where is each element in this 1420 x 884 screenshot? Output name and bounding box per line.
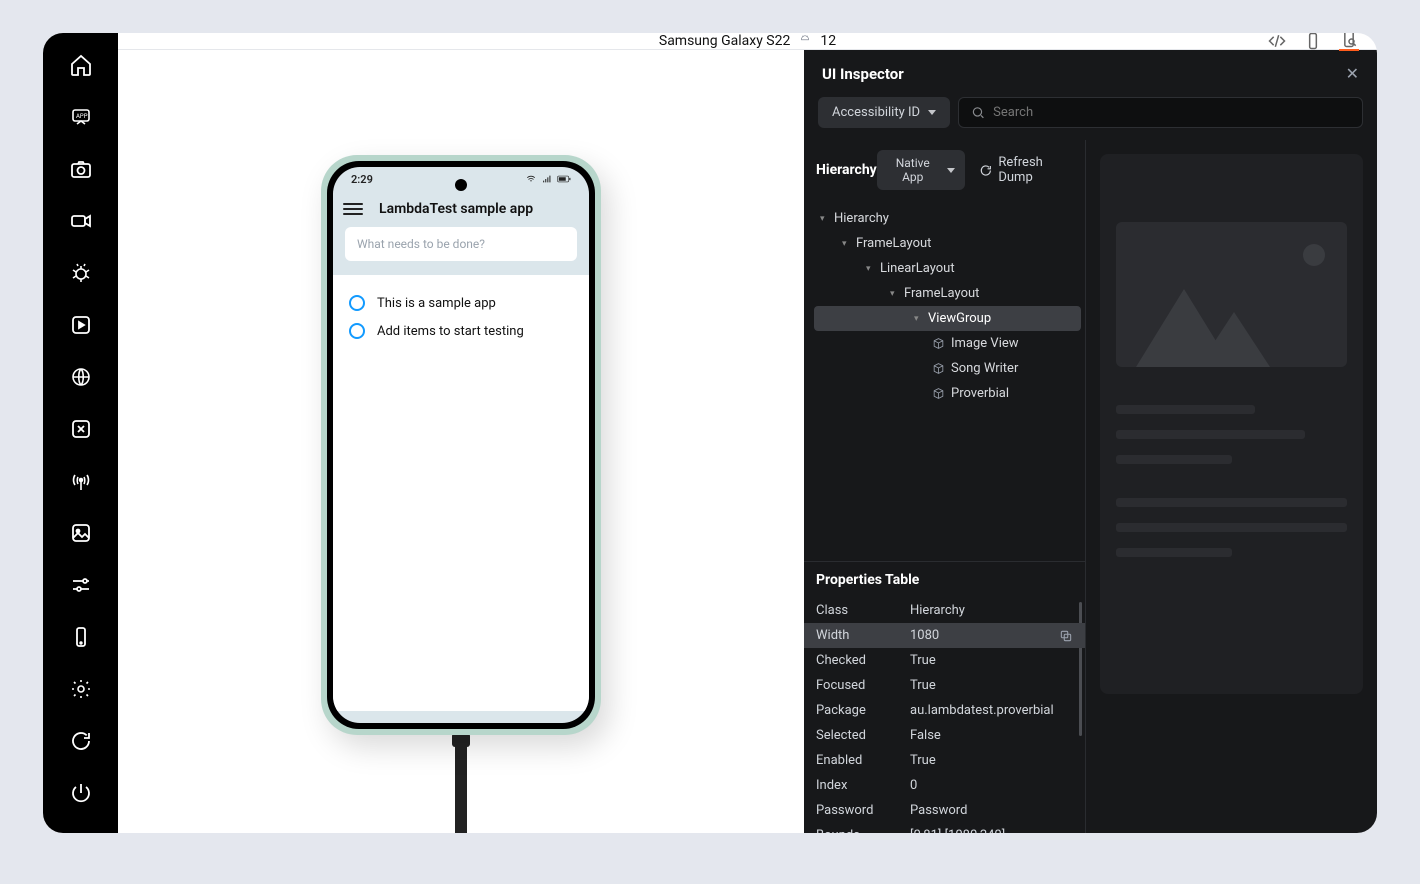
camera-icon[interactable]: [69, 157, 93, 181]
table-row[interactable]: SelectedFalse: [804, 723, 1085, 748]
device-info: Samsung Galaxy S22 12: [659, 33, 836, 49]
camera-dot-icon: [455, 179, 467, 191]
view-mode-dropdown[interactable]: Native App: [877, 150, 965, 190]
preview-pane: [1086, 140, 1377, 833]
chevron-down-icon: [947, 168, 955, 173]
table-row[interactable]: Width1080: [804, 623, 1085, 648]
tree-node-selected[interactable]: ▾ViewGroup: [814, 306, 1081, 331]
sliders-icon[interactable]: [69, 573, 93, 597]
table-row[interactable]: EnabledTrue: [804, 748, 1085, 773]
table-row[interactable]: Index0: [804, 773, 1085, 798]
sync-icon[interactable]: [69, 729, 93, 753]
video-icon[interactable]: [69, 209, 93, 233]
tree-node[interactable]: Image View: [814, 331, 1081, 356]
image-x-icon[interactable]: [69, 417, 93, 441]
copy-icon[interactable]: [1059, 629, 1073, 643]
hamburger-icon[interactable]: [343, 203, 363, 215]
radio-icon[interactable]: [349, 295, 365, 311]
properties-table[interactable]: ClassHierarchy Width1080 CheckedTrue Foc…: [804, 598, 1085, 833]
wifi-icon: [525, 174, 537, 184]
refresh-icon: [979, 163, 993, 178]
inspect-icon[interactable]: [1339, 33, 1359, 51]
main: Samsung Galaxy S22 12 2:29: [118, 33, 1377, 833]
search-icon: [971, 105, 985, 120]
tree-node[interactable]: ▾LinearLayout: [814, 256, 1081, 281]
content-area: 2:29 LambdaTest sample app: [118, 50, 1377, 833]
refresh-dump-button[interactable]: Refresh Dump: [979, 155, 1073, 185]
phone-screen[interactable]: 2:29 LambdaTest sample app: [333, 167, 589, 723]
globe-icon[interactable]: [69, 365, 93, 389]
code-icon[interactable]: [1267, 33, 1287, 51]
ui-inspector-panel: UI Inspector ✕ Accessibility ID: [804, 50, 1377, 833]
tree-node[interactable]: Song Writer: [814, 356, 1081, 381]
gear-icon[interactable]: [69, 677, 93, 701]
topbar: Samsung Galaxy S22 12: [118, 33, 1377, 50]
hierarchy-label: Hierarchy: [816, 162, 877, 178]
table-row[interactable]: Packageau.lambdatest.proverbial: [804, 698, 1085, 723]
phone-device-icon[interactable]: [69, 625, 93, 649]
app-title: LambdaTest sample app: [379, 201, 533, 217]
os-version: 12: [820, 33, 836, 49]
table-row[interactable]: FocusedTrue: [804, 673, 1085, 698]
table-row[interactable]: Bounds[0,81] [1080,240]: [804, 823, 1085, 833]
svg-text:APP: APP: [76, 113, 88, 120]
tree-node[interactable]: ▾Hierarchy: [814, 206, 1081, 231]
battery-icon: [557, 174, 571, 184]
hierarchy-panel: Hierarchy Native App Refresh Dump: [804, 140, 1086, 833]
table-row[interactable]: PasswordPassword: [804, 798, 1085, 823]
properties-title: Properties Table: [804, 561, 1085, 598]
inspector-title: UI Inspector: [822, 65, 904, 83]
hierarchy-tree[interactable]: ▾Hierarchy ▾FrameLayout ▾LinearLayout ▾F…: [804, 200, 1085, 561]
phone-frame: 2:29 LambdaTest sample app: [321, 155, 601, 735]
search-field[interactable]: [958, 97, 1363, 128]
search-input[interactable]: [993, 105, 1350, 120]
phone-stage: 2:29 LambdaTest sample app: [118, 50, 804, 833]
sidebar: APP: [43, 33, 118, 833]
android-icon: [798, 34, 812, 48]
device-icon[interactable]: [1303, 33, 1323, 51]
cube-icon: [932, 387, 945, 400]
todo-item[interactable]: Add items to start testing: [345, 317, 577, 345]
image-placeholder-icon: [1116, 222, 1347, 367]
close-icon[interactable]: ✕: [1346, 64, 1359, 83]
todo-item[interactable]: This is a sample app: [345, 289, 577, 317]
usb-cable-icon: [455, 733, 467, 833]
cube-icon: [932, 337, 945, 350]
inspector-toolbar: Accessibility ID: [804, 97, 1377, 140]
table-row[interactable]: ClassHierarchy: [804, 598, 1085, 623]
power-icon[interactable]: [69, 781, 93, 805]
preview-card: [1100, 154, 1363, 694]
radio-icon[interactable]: [349, 323, 365, 339]
tree-node[interactable]: ▾FrameLayout: [814, 231, 1081, 256]
play-square-icon[interactable]: [69, 313, 93, 337]
antenna-icon[interactable]: [69, 469, 93, 493]
device-name: Samsung Galaxy S22: [659, 33, 790, 49]
topbar-right-actions: [1267, 33, 1359, 51]
tree-node[interactable]: Proverbial: [814, 381, 1081, 406]
inspector-header: UI Inspector ✕: [804, 50, 1377, 97]
gallery-icon[interactable]: [69, 521, 93, 545]
todo-input[interactable]: What needs to be done?: [345, 227, 577, 261]
chevron-down-icon: [928, 110, 936, 115]
clock: 2:29: [351, 173, 373, 186]
table-row[interactable]: CheckedTrue: [804, 648, 1085, 673]
cube-icon: [932, 362, 945, 375]
tree-node[interactable]: ▾FrameLayout: [814, 281, 1081, 306]
selector-type-dropdown[interactable]: Accessibility ID: [818, 97, 950, 128]
signal-icon: [541, 174, 553, 184]
bug-icon[interactable]: [69, 261, 93, 285]
app-header: LambdaTest sample app: [333, 191, 589, 227]
todo-list: This is a sample app Add items to start …: [333, 275, 589, 711]
home-icon[interactable]: [69, 53, 93, 77]
app-shell: APP Samsung Galaxy S22 12: [43, 33, 1377, 833]
app-icon[interactable]: APP: [69, 105, 93, 129]
